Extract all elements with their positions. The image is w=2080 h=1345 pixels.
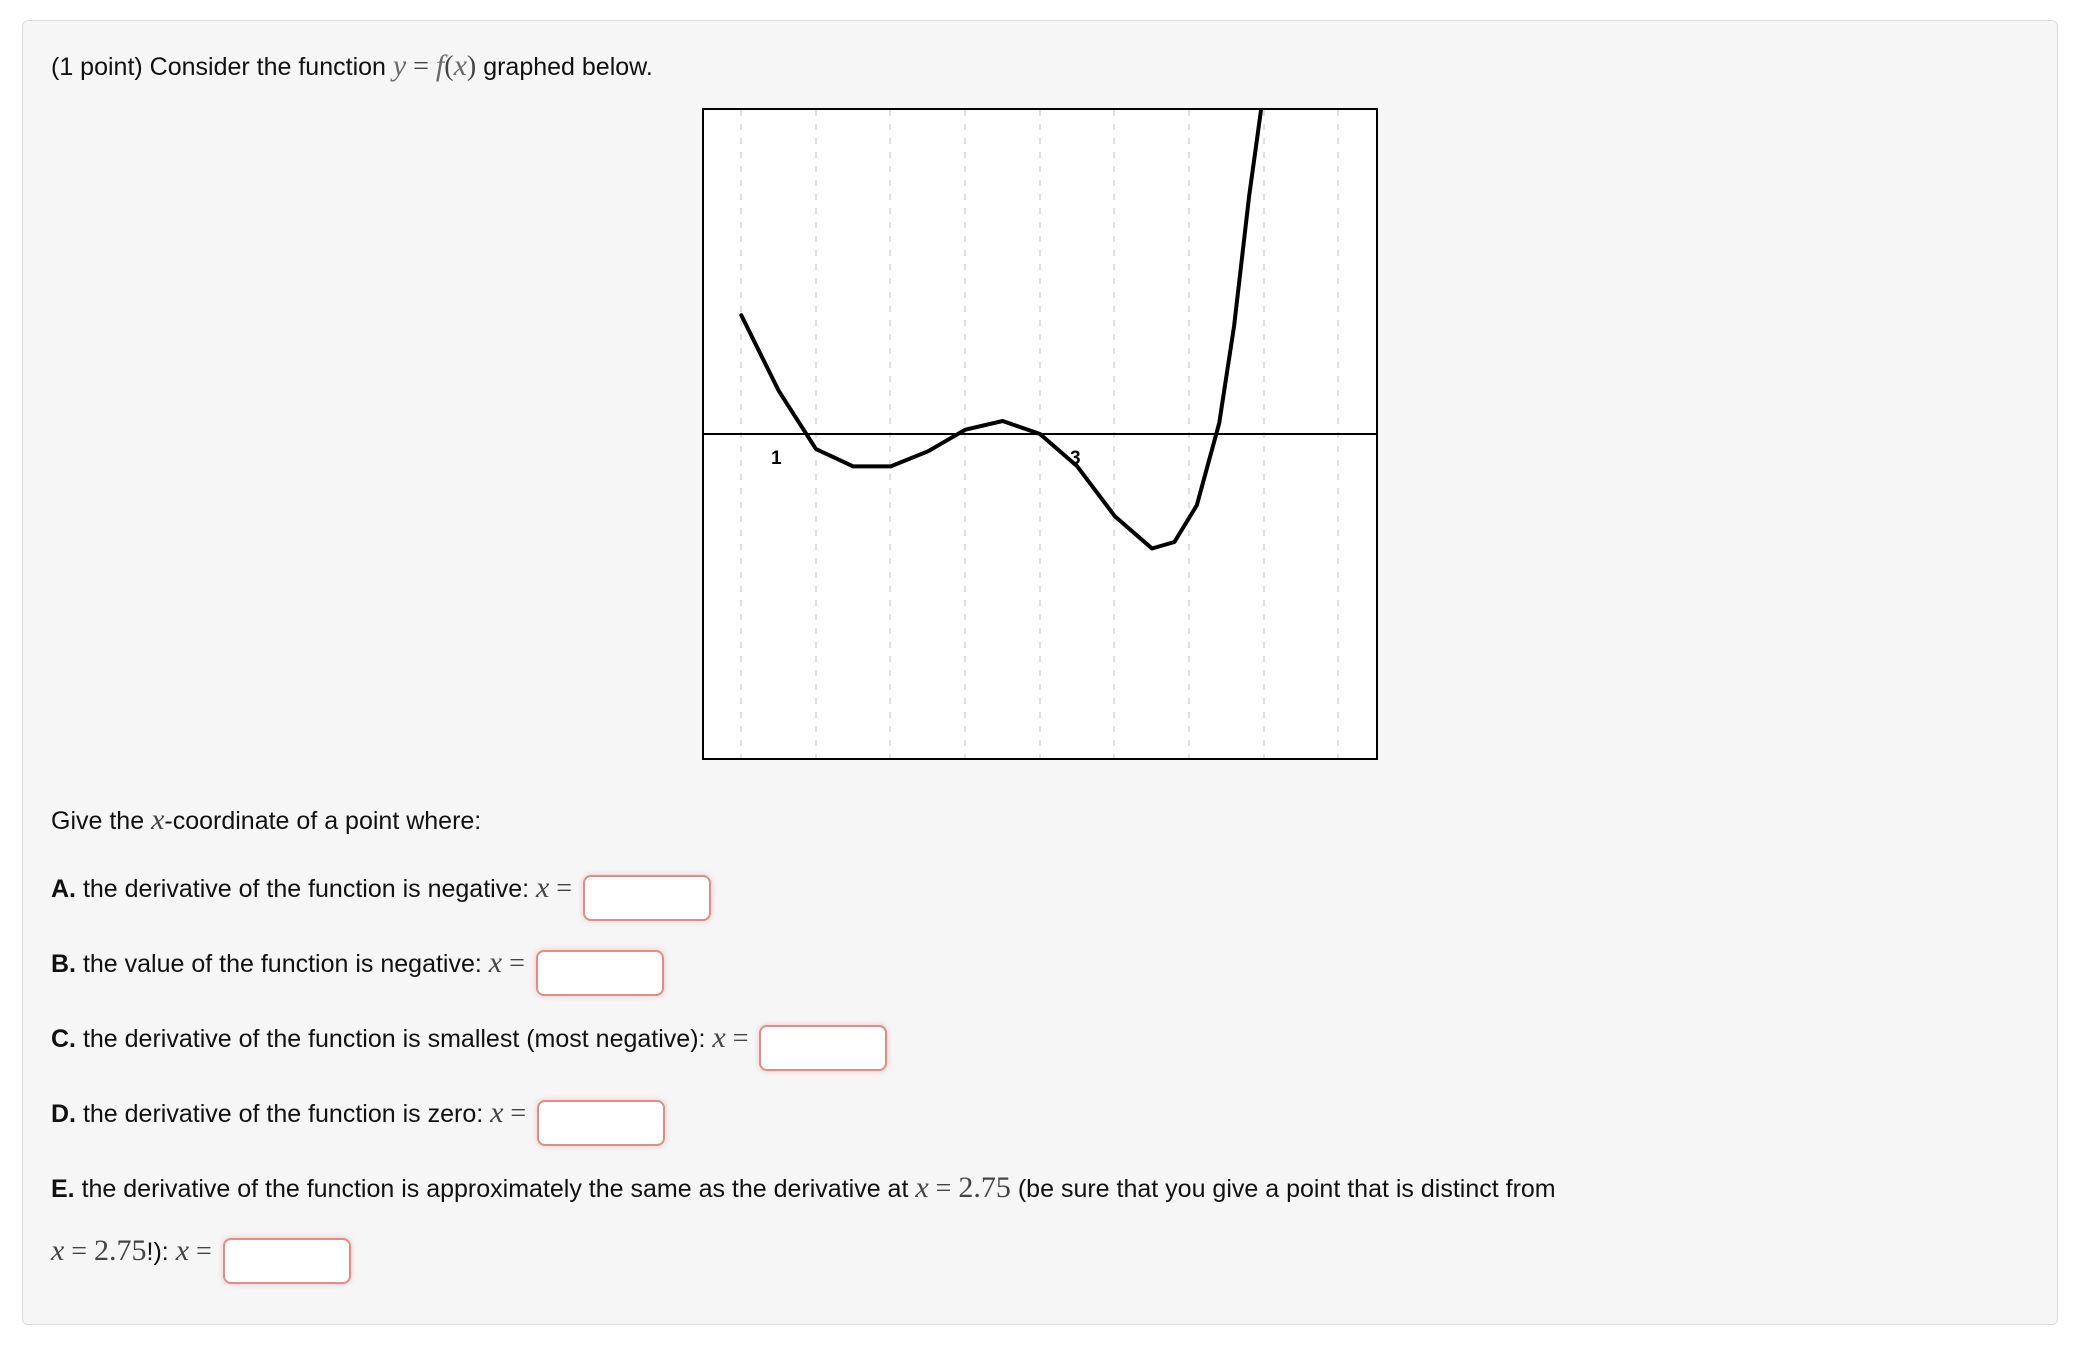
- var-d: x: [490, 1096, 503, 1129]
- var-c: x: [712, 1021, 725, 1054]
- lead-post: -coordinate of a point where:: [164, 807, 481, 835]
- bang-e: !):: [147, 1238, 169, 1266]
- op-c: =: [733, 1023, 749, 1054]
- question-a: A. the derivative of the function is neg…: [51, 856, 2029, 921]
- op-b: =: [509, 948, 525, 979]
- text-d: the derivative of the function is zero:: [83, 1100, 483, 1128]
- x-tick-1: 1: [771, 444, 782, 473]
- prompt-post: graphed below.: [483, 53, 653, 81]
- prompt-pre: Consider the function: [150, 53, 393, 81]
- var2-e: x: [51, 1234, 64, 1267]
- val2-e: 2.75: [94, 1234, 147, 1267]
- answer-input-d[interactable]: [537, 1100, 665, 1146]
- text-a: the derivative of the function is negati…: [83, 875, 529, 903]
- var-b: x: [489, 946, 502, 979]
- eq-op: =: [413, 51, 429, 82]
- x-tick-3: 3: [1070, 444, 1081, 473]
- lead-pre: Give the: [51, 807, 151, 835]
- var3-e: x: [176, 1234, 189, 1267]
- eq-arg-open: (: [444, 51, 453, 82]
- text-b: the value of the function is negative:: [83, 950, 482, 978]
- label-e: E.: [51, 1175, 75, 1203]
- label-a: A.: [51, 875, 76, 903]
- paren-e: (be sure that you give a point that is d…: [1018, 1175, 1556, 1203]
- answer-input-e[interactable]: [223, 1238, 351, 1284]
- prompt: (1 point) Consider the function y = f(x)…: [51, 43, 2029, 90]
- eq-arg: x: [454, 49, 467, 82]
- point-value: (1 point): [51, 53, 143, 81]
- question-d: D. the derivative of the function is zer…: [51, 1081, 2029, 1146]
- graph-container: 1 3: [51, 108, 2029, 772]
- label-c: C.: [51, 1025, 76, 1053]
- op-d: =: [510, 1098, 526, 1129]
- lead-var: x: [151, 803, 164, 836]
- op3-e: =: [196, 1236, 212, 1267]
- answer-input-b[interactable]: [536, 950, 664, 996]
- graph-svg: [704, 110, 1376, 758]
- var-e: x: [915, 1171, 928, 1204]
- val-e: 2.75: [958, 1171, 1011, 1204]
- eq-f: f: [436, 49, 444, 82]
- answer-input-a[interactable]: [583, 875, 711, 921]
- eq-lhs: y: [393, 49, 406, 82]
- eq-arg-close: ): [467, 51, 476, 82]
- question-c: C. the derivative of the function is sma…: [51, 1006, 2029, 1071]
- var-a: x: [536, 871, 549, 904]
- label-b: B.: [51, 950, 76, 978]
- text-e: the derivative of the function is approx…: [82, 1175, 909, 1203]
- label-d: D.: [51, 1100, 76, 1128]
- question-e: E. the derivative of the function is app…: [51, 1156, 2029, 1284]
- text-c: the derivative of the function is smalle…: [83, 1025, 706, 1053]
- graph-plot: 1 3: [702, 108, 1378, 760]
- question-b: B. the value of the function is negative…: [51, 931, 2029, 996]
- answer-input-c[interactable]: [759, 1025, 887, 1071]
- op2-e: =: [71, 1236, 87, 1267]
- op-e: =: [936, 1173, 952, 1204]
- question-panel: (1 point) Consider the function y = f(x)…: [22, 20, 2058, 1325]
- lead: Give the x-coordinate of a point where:: [51, 797, 2029, 844]
- op-a: =: [556, 873, 572, 904]
